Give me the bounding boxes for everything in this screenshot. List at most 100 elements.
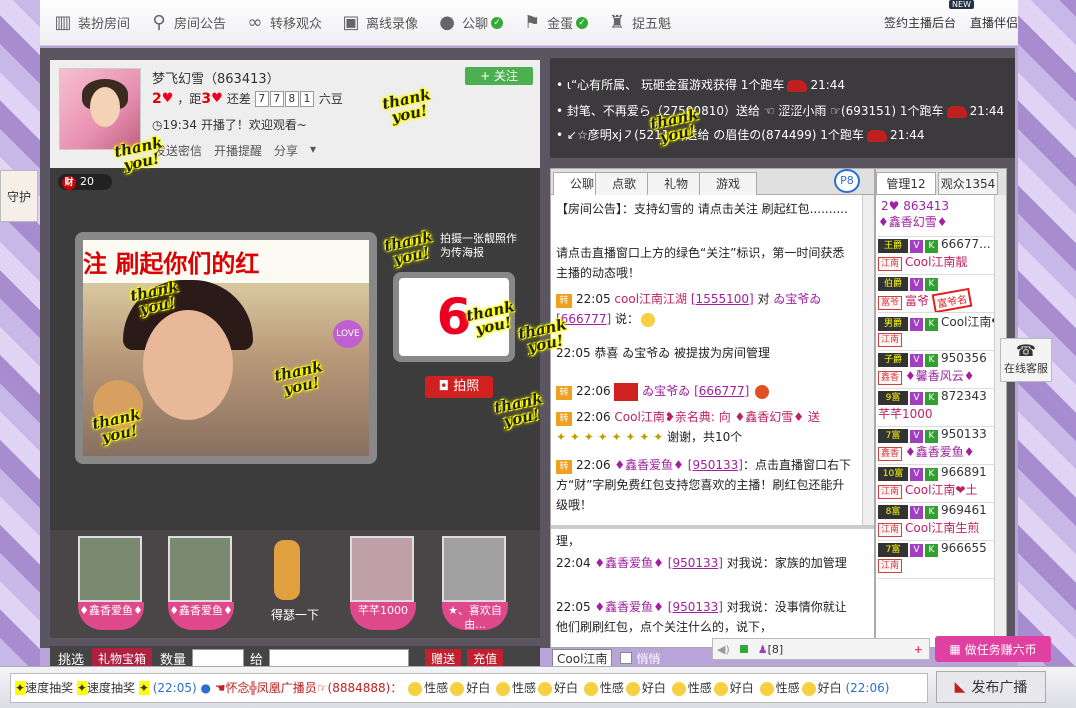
camera-icon: ◘ [438,379,450,394]
user-list-item[interactable]: 9富 V K 872343 芊芊1000 [878,389,996,427]
chat-user-id[interactable]: [950133] [668,556,723,570]
follow-tip-text: 请点击直播窗口上方的绿色“关注”标识，第一时间获悉主播的动态哦！ [556,246,845,280]
chat-message: 22:05 恭喜 ゐ宝爷ゐ 被提拔为房间管理 [556,346,771,360]
user-list-item[interactable]: 10富 V K 966891 江南 Cool江南❤土 [878,465,996,503]
tab-managers[interactable]: 管理12 [876,172,936,195]
clock-icon: ◷ [152,118,163,132]
user-list-item[interactable]: 伯爵 V K 富爷 富爷 富爷名 [878,275,996,313]
follow-button[interactable]: + 关注 [465,67,533,85]
emoji-icon [450,681,465,696]
user-nickname: ♦馨香风云♦ [905,369,975,383]
vip-icon: V [910,240,923,253]
gift-feed-item: • ι“心有所属、 玩砸金蛋游戏获得 1个跑车 21:44 [556,78,846,92]
k-icon: K [925,468,938,481]
k-icon: K [925,430,938,443]
chat-username[interactable]: ゐ宝爷ゐ [773,292,821,306]
user-scrollbar[interactable] [994,195,1006,647]
share-link[interactable]: 分享 [274,142,298,159]
dress-room-button[interactable]: ▥ 装扮房间 [52,12,130,34]
anchor-level-row: 2 ♥ ，距 3 ♥ 还差 7781 六豆 [152,90,343,107]
chat-username[interactable]: ♦鑫香爱鱼♦ [614,458,684,472]
family-tag: 江南 [878,257,903,271]
forward-icon: 转 [556,460,572,474]
public-chat-button[interactable]: ● 公聊 ✓ [436,12,504,34]
quantity-input[interactable] [192,649,245,667]
recharge-button[interactable]: 充值 [467,648,504,668]
chat-user-id[interactable]: [950133] [668,600,723,614]
gift-icon: ▦ [949,642,961,656]
speaker-icon[interactable]: ◀) [717,643,730,656]
take-photo-button[interactable]: ◘ 拍照 [425,376,493,398]
chat-username[interactable]: ♦鑫香爱鱼♦ [594,556,664,570]
new-badge: NEW [949,0,974,9]
user-list-item[interactable]: 7富 V K 950133 鑫香 ♦鑫香爱鱼♦ [878,427,996,465]
guard-side-button[interactable]: 守护 [0,170,38,222]
user-nickname: ♦鑫香爱鱼♦ [905,445,975,459]
filter-label[interactable]: 挑选 [58,649,84,668]
user-list-item[interactable]: 2♥ 863413 ♦鑫香幻雪♦ [878,199,996,237]
family-tag: 江南 [878,333,903,347]
guard-slot[interactable]: ♦鑫香爱鱼♦ [168,536,234,636]
guard-slot[interactable]: 芊芊1000 [350,536,416,636]
lottery-icon: ✦ [15,681,26,695]
vip-icon: V [910,392,923,405]
online-service-button[interactable]: ☎ 在线客服 [1000,338,1052,382]
chat-username[interactable]: ゐ宝爷ゐ [642,384,690,398]
user-list-item[interactable]: 子爵 V K 950356 鑫香 ♦馨香风云♦ [878,351,996,389]
emoji-icon [408,681,423,696]
rank-badge: 7富 [878,429,908,443]
vip-icon: V [910,354,923,367]
golden-egg-button[interactable]: ⚑ 金蛋 ✓ [521,12,589,34]
emoji-icon [583,681,598,696]
tab-games[interactable]: 游戏 [699,172,757,195]
user-nickname: 富爷 [905,294,930,308]
user-list-pane: 管理12 观众1354 2♥ 863413 ♦鑫香幻雪♦ 王爵 V K 66677... 江… [875,168,1007,648]
check-icon: ✓ [576,16,589,29]
user-id-text: Cool江南❤晴 [941,315,996,329]
user-list-item[interactable]: 8富 V K 969461 江南 Cool江南生煎 [878,503,996,541]
guard-slot-empty[interactable]: 得瑟一下 [250,536,319,636]
user-nickname: ♦鑫香幻雪♦ [878,215,948,229]
tab-audience[interactable]: 观众1354 [938,172,998,195]
catch-five-button[interactable]: ♜ 捉五魁 [606,12,671,34]
guard-slot[interactable]: ★、喜欢自由... [442,536,508,636]
guard-slot[interactable]: ♦鑫香爱鱼♦ [78,536,144,636]
user-list-item[interactable]: 男爵VKCool江南❤晴江南 [878,313,996,351]
offline-video-button[interactable]: ▣ 离线录像 [340,12,419,34]
anchor-avatar[interactable] [59,68,141,150]
chat-user-id[interactable]: [1555100] [691,292,754,306]
family-tag: 江南 [878,523,903,537]
mission-button[interactable]: ▦ 做任务赚六币 [935,636,1051,662]
chat-user-id[interactable]: [666777] [694,384,749,398]
p8-badge[interactable]: P8 [834,169,860,193]
quiet-checkbox[interactable] [620,652,633,664]
publish-broadcast-button[interactable]: ◣ 发布广播 [936,671,1046,703]
chat-scrollbar[interactable] [862,195,874,525]
chat-divider[interactable] [551,525,874,529]
live-companion-link[interactable]: 直播伴侣 [970,14,1018,31]
room-announcement-button[interactable]: ⚲ 房间公告 [148,12,226,34]
emoji-icon [641,312,656,327]
send-gift-button[interactable]: 赠送 [425,648,462,668]
transfer-audience-button[interactable]: ∞ 转移观众 [244,12,323,34]
lottery-icon: ✦ [138,681,149,695]
tab-gifts[interactable]: 礼物 [647,172,705,195]
chevron-down-icon[interactable]: ▾ [310,142,316,159]
chat-target-select[interactable]: Cool江南 [552,648,613,668]
wealth-badge[interactable]: 财 20 [58,174,112,190]
forward-icon: 转 [556,412,572,426]
anchor-backend-link[interactable]: 签约主播后台 [884,14,956,31]
plus-icon[interactable]: + [914,643,923,656]
vip-icon: V [910,318,923,331]
toolbar-right: 签约主播后台 直播伴侣 [870,14,1018,31]
chat-username[interactable]: cool江南江湖 [614,292,687,306]
chat-pane: 公聊 点歌 礼物 游戏 P8 【房间公告】：支持幻雪的 请点击关注 刷起红包..… [550,168,875,648]
vip-icon: V [910,506,923,519]
recipient-input[interactable] [269,649,410,667]
live-reminder-link[interactable]: 开播提醒 [214,142,262,159]
tab-song-request[interactable]: 点歌 [595,172,653,195]
user-list-item[interactable]: 7富 V K 966655 江南 [878,541,996,579]
chat-user-id[interactable]: [950133] [688,458,743,472]
chat-username[interactable]: ♦鑫香爱鱼♦ [594,600,664,614]
user-list-item[interactable]: 王爵 V K 66677... 江南 Cool江南靓 [878,237,996,275]
